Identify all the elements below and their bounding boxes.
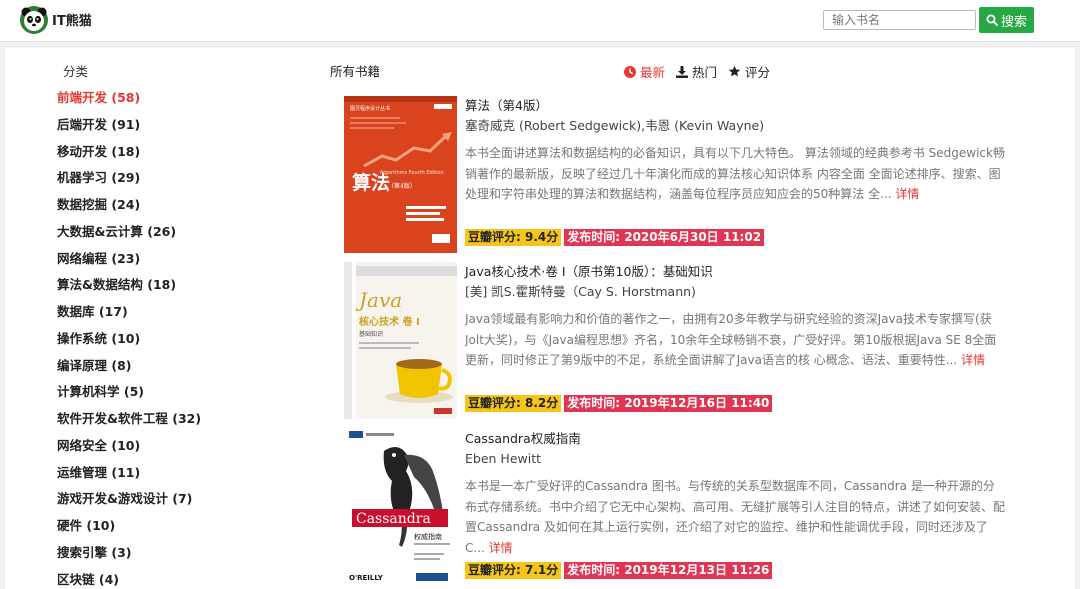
cover-subtitle-text: Algorithms Fourth Edition <box>380 170 444 176</box>
book-title[interactable]: 算法（第4版） <box>465 96 1005 115</box>
category-item-backend[interactable]: 后端开发 (91) <box>57 115 201 142</box>
book-author: Eben Hewitt <box>465 451 542 466</box>
book-author: 塞奇威克 (Robert Sedgewick),韦恩 (Kevin Wayne) <box>465 118 765 133</box>
cover-title-text: Cassandra <box>356 511 431 527</box>
book-badges: 豆瓣评分: 8.2分 发布时间: 2019年12月16日 11:40 <box>465 395 1005 412</box>
sort-options: 最新 热门 评分 <box>624 62 770 81</box>
publish-time-badge: 发布时间: 2020年6月30日 11:02 <box>564 229 765 246</box>
panda-logo-icon[interactable] <box>19 5 49 35</box>
douban-score-badge: 豆瓣评分: 8.2分 <box>465 395 562 412</box>
category-item-algorithms[interactable]: 算法&数据结构 (18) <box>57 275 201 302</box>
category-item-bigdata-cloud[interactable]: 大数据&云计算 (26) <box>57 222 201 249</box>
sort-rating[interactable]: 评分 <box>728 62 770 81</box>
book-description: 本书是一本广受好评的Cassandra 图书。与传统的关系型数据库不同，Cass… <box>465 476 1005 558</box>
book-badges: 豆瓣评分: 9.4分 发布时间: 2020年6月30日 11:02 <box>465 229 1005 246</box>
book-description: 本书全面讲述算法和数据结构的必备知识，具有以下几大特色。 算法领域的经典参考书 … <box>465 143 1005 225</box>
cover-edition-text: （第4版） <box>388 182 416 190</box>
category-item-hardware[interactable]: 硬件 (10) <box>57 516 201 543</box>
sort-rating-label: 评分 <box>745 65 771 80</box>
main-panel: 分类 前端开发 (58) 后端开发 (91) 移动开发 (18) 机器学习 (2… <box>5 48 1075 589</box>
book-cover-cassandra[interactable]: Cassandra 权威指南 O'REILLY <box>344 429 457 586</box>
book-description-text: Java领域最有影响力和价值的著作之一，由拥有20多年教学与研究经验的资深Jav… <box>465 312 997 367</box>
book-info: 算法（第4版） 塞奇威克 (Robert Sedgewick),韦恩 (Kevi… <box>465 96 1005 246</box>
cover-edition-text: 基础知识 <box>359 330 383 338</box>
book-info: Cassandra权威指南 Eben Hewitt 本书是一本广受好评的Cass… <box>465 429 1005 579</box>
cover-subtitle-text: 权威指南 <box>414 532 442 541</box>
category-item-blockchain[interactable]: 区块链 (4) <box>57 570 201 589</box>
sort-latest[interactable]: 最新 <box>624 62 665 81</box>
cover-series-text: 图灵程序设计丛书 <box>350 105 390 112</box>
category-item-network-programming[interactable]: 网络编程 (23) <box>57 249 201 276</box>
category-item-search-engine[interactable]: 搜索引擎 (3) <box>57 543 201 570</box>
category-item-data-mining[interactable]: 数据挖掘 (24) <box>57 195 201 222</box>
book-description-text: 本书是一本广受好评的Cassandra 图书。与传统的关系型数据库不同，Cass… <box>465 479 1005 555</box>
book-title[interactable]: Java核心技术·卷 I（原书第10版）：基础知识 <box>465 262 1005 281</box>
category-item-security[interactable]: 网络安全 (10) <box>57 436 201 463</box>
book-details-link[interactable]: 详情 <box>895 187 919 201</box>
category-item-software-engineering[interactable]: 软件开发&软件工程 (32) <box>57 409 201 436</box>
category-list: 前端开发 (58) 后端开发 (91) 移动开发 (18) 机器学习 (29) … <box>57 88 201 589</box>
category-item-os[interactable]: 操作系统 (10) <box>57 329 201 356</box>
category-item-frontend[interactable]: 前端开发 (58) <box>57 88 201 115</box>
category-item-database[interactable]: 数据库 (17) <box>57 302 201 329</box>
book-title[interactable]: Cassandra权威指南 <box>465 429 1005 448</box>
all-books-heading: 所有书籍 <box>330 64 381 79</box>
cover-title-text: Java <box>355 288 402 312</box>
top-header: IT熊猫 搜索 <box>0 0 1080 42</box>
book-details-link[interactable]: 详情 <box>489 541 513 555</box>
category-item-machine-learning[interactable]: 机器学习 (29) <box>57 168 201 195</box>
publish-time-badge: 发布时间: 2019年12月13日 11:26 <box>564 562 773 579</box>
sort-popular[interactable]: 热门 <box>676 62 717 81</box>
book-details-link[interactable]: 详情 <box>961 353 985 367</box>
cover-publisher-text: O'REILLY <box>349 574 384 582</box>
clock-icon <box>624 65 636 78</box>
category-heading: 分类 <box>63 64 89 79</box>
category-item-cs[interactable]: 计算机科学 (5) <box>57 382 201 409</box>
book-description-text: 本书全面讲述算法和数据结构的必备知识，具有以下几大特色。 算法领域的经典参考书 … <box>465 146 1005 201</box>
search-button-label: 搜索 <box>1000 14 1027 30</box>
brand-name[interactable]: IT熊猫 <box>52 10 92 29</box>
sort-latest-label: 最新 <box>640 65 666 80</box>
category-item-ops[interactable]: 运维管理 (11) <box>57 463 201 490</box>
publish-time-badge: 发布时间: 2019年12月16日 11:40 <box>564 395 773 412</box>
book-author: [美] 凯S.霍斯特曼（Cay S. Horstmann) <box>465 284 696 299</box>
search-button[interactable]: 搜索 <box>979 7 1034 33</box>
douban-score-badge: 豆瓣评分: 9.4分 <box>465 229 562 246</box>
category-item-game-dev[interactable]: 游戏开发&游戏设计 (7) <box>57 489 201 516</box>
book-badges: 豆瓣评分: 7.1分 发布时间: 2019年12月13日 11:26 <box>465 562 1005 579</box>
search-icon <box>986 14 998 26</box>
book-description: Java领域最有影响力和价值的著作之一，由拥有20多年教学与研究经验的资深Jav… <box>465 309 1005 391</box>
book-cover-java[interactable]: Java 核心技术 卷 I 基础知识 <box>344 262 457 419</box>
category-item-mobile[interactable]: 移动开发 (18) <box>57 142 201 169</box>
book-info: Java核心技术·卷 I（原书第10版）：基础知识 [美] 凯S.霍斯特曼（Ca… <box>465 262 1005 412</box>
search-input[interactable] <box>823 10 976 30</box>
download-icon <box>676 65 689 78</box>
book-cover-algorithms[interactable]: 图灵程序设计丛书 算法 Algorithms Fourth Edition （第… <box>344 96 457 253</box>
cover-subtitle-text: 核心技术 卷 I <box>359 315 420 328</box>
category-item-compilers[interactable]: 编译原理 (8) <box>57 356 201 383</box>
star-icon <box>728 65 741 77</box>
sort-popular-label: 热门 <box>692 65 718 80</box>
douban-score-badge: 豆瓣评分: 7.1分 <box>465 562 562 579</box>
